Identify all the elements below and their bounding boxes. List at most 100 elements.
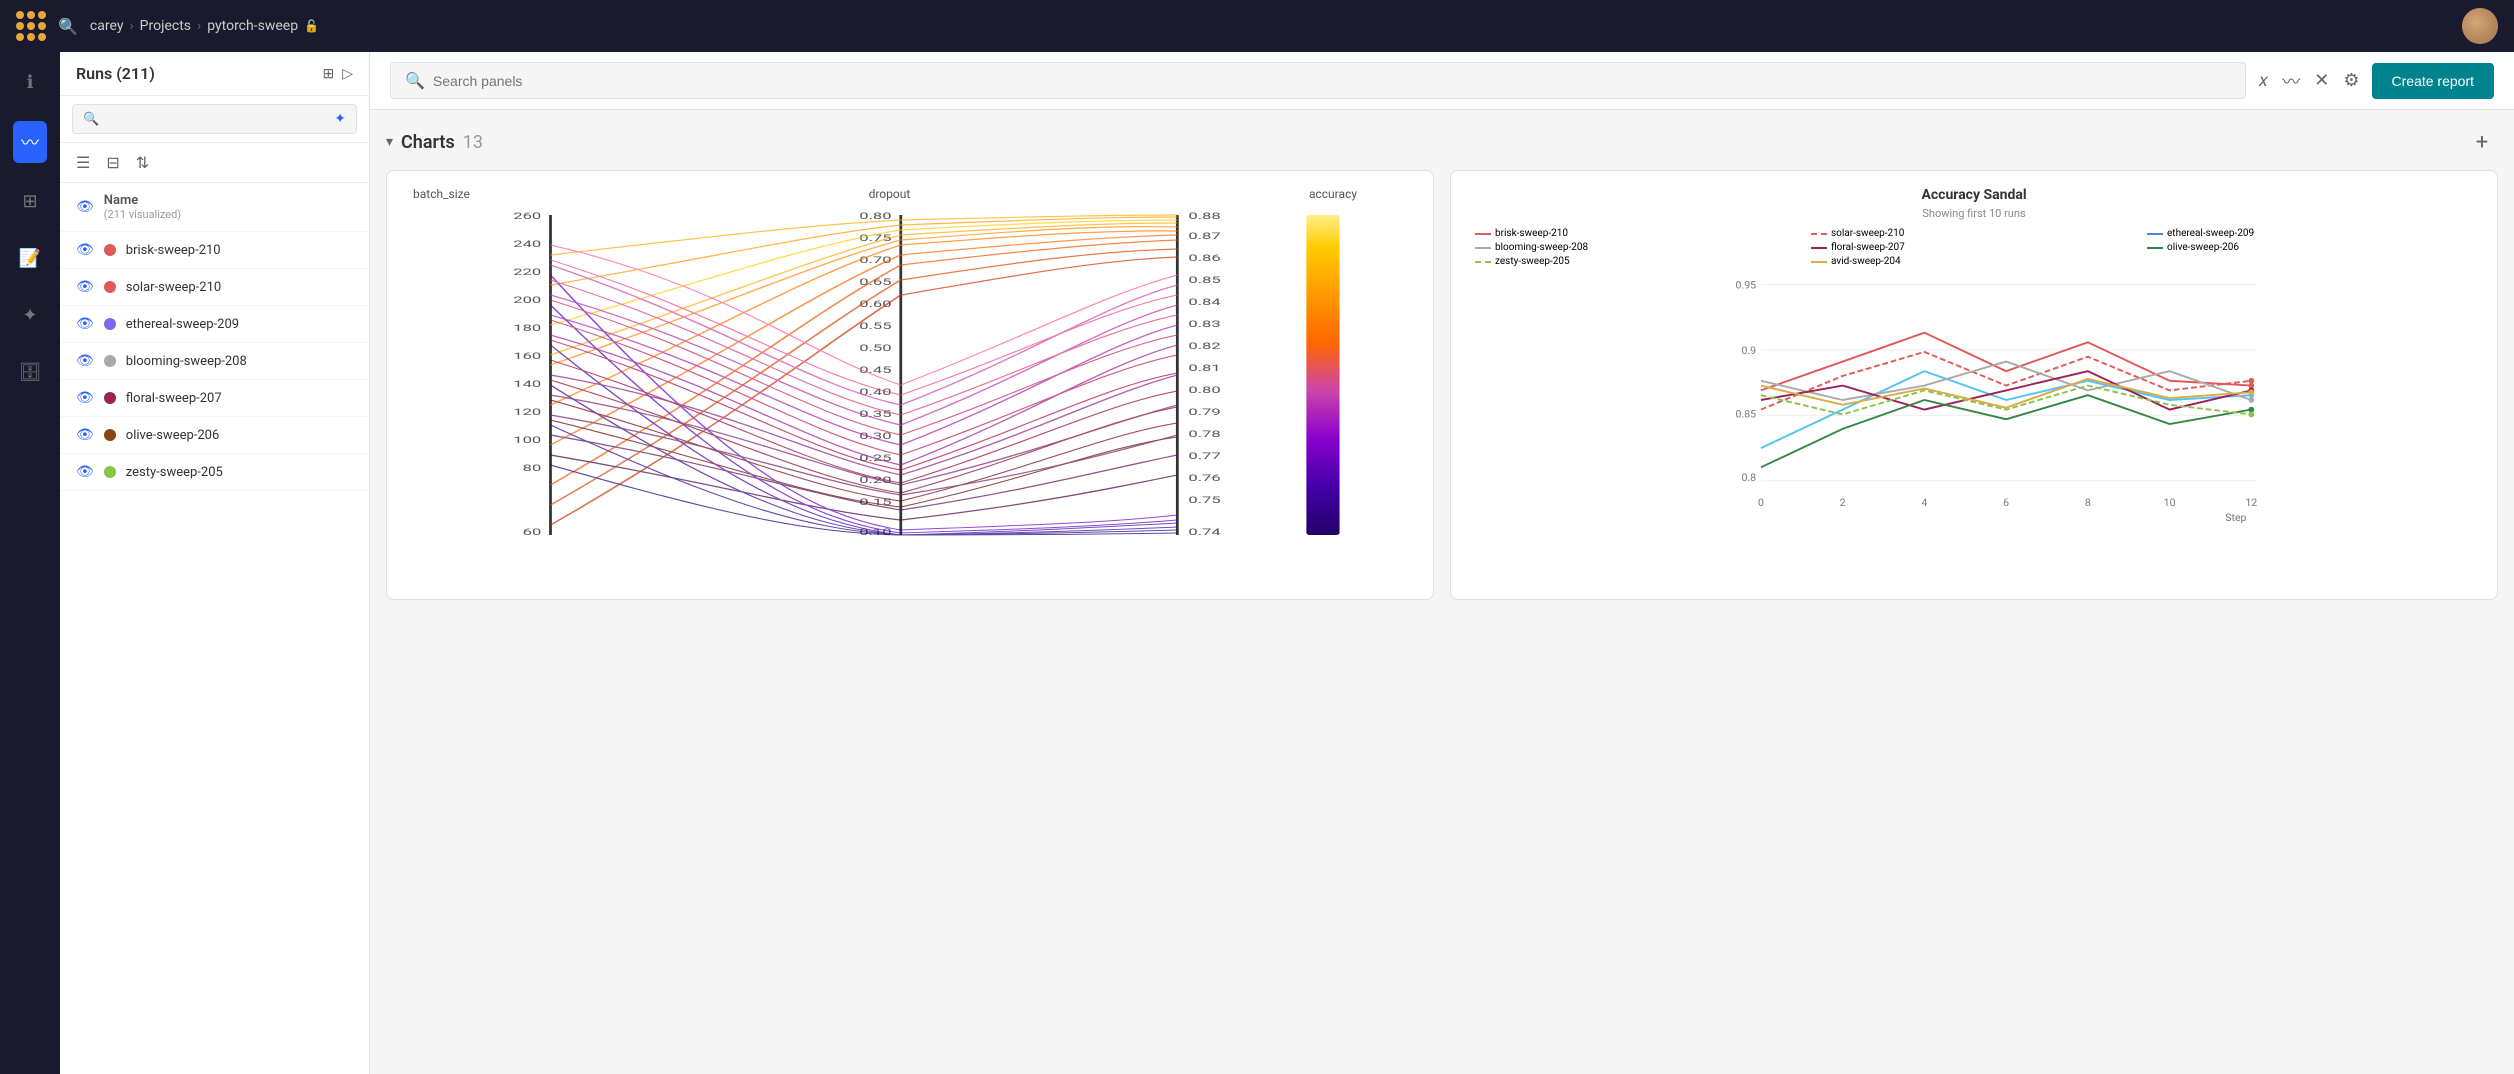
run-color-dot — [104, 281, 116, 293]
charts-area: ▾ Charts 13 + batch_size dropout accurac… — [370, 110, 2514, 1074]
legend-line-avid — [1811, 261, 1827, 263]
settings-icon[interactable]: ⚙ — [2343, 70, 2359, 91]
svg-text:0.86: 0.86 — [1188, 254, 1220, 264]
runs-search-area: 🔍 ✦ — [60, 96, 369, 143]
breadcrumb-carey[interactable]: carey — [90, 18, 124, 34]
charts-grid: batch_size dropout accuracy — [386, 170, 2498, 600]
breadcrumb: carey › Projects › pytorch-sweep 🔓 — [90, 18, 319, 34]
run-name: zesty-sweep-205 — [126, 465, 223, 480]
svg-text:12: 12 — [2245, 496, 2257, 509]
legend-item: ethereal-sweep-209 — [2147, 228, 2473, 239]
charts-label: Charts — [401, 132, 455, 153]
svg-text:0.77: 0.77 — [1188, 452, 1220, 462]
legend-item: floral-sweep-207 — [1811, 242, 2137, 253]
legend-line-blooming — [1475, 247, 1491, 249]
line-chart-subtitle: Showing first 10 runs — [1467, 207, 2481, 220]
svg-text:0.82: 0.82 — [1188, 342, 1220, 352]
svg-text:4: 4 — [1921, 496, 1927, 509]
list-item[interactable]: 👁 blooming-sweep-208 — [60, 343, 369, 380]
search-icon: 🔍 — [405, 71, 425, 90]
runs-expand-icon[interactable]: ▷ — [342, 66, 353, 82]
parallel-coordinates-card: batch_size dropout accuracy — [386, 170, 1434, 600]
list-item[interactable]: 👁 olive-sweep-206 — [60, 417, 369, 454]
breadcrumb-projects[interactable]: Projects — [140, 18, 191, 34]
list-item[interactable]: 👁 floral-sweep-207 — [60, 380, 369, 417]
run-name-header: 👁 Name (211 visualized) — [60, 183, 369, 232]
smooth-icon[interactable]: 〰 — [2282, 68, 2300, 94]
runs-search-icon: 🔍 — [83, 112, 99, 127]
runs-search-box: 🔍 ✦ — [72, 104, 357, 134]
run-name: blooming-sweep-208 — [126, 354, 247, 369]
filter-blue-icon[interactable]: ✦ — [334, 111, 346, 127]
run-color-dot — [104, 466, 116, 478]
accuracy-chart-card: Accuracy Sandal Showing first 10 runs br… — [1450, 170, 2498, 600]
axis-label-accuracy: accuracy — [1309, 187, 1357, 201]
svg-text:0.87: 0.87 — [1188, 232, 1220, 242]
close-panels-icon[interactable]: ✕ — [2314, 70, 2329, 91]
eye-icon[interactable]: 👁 — [76, 464, 94, 480]
filter-table-icon[interactable]: ⊟ — [102, 149, 123, 176]
content-toolbar: 🔍 𝑥 〰 ✕ ⚙ Create report — [370, 52, 2514, 110]
svg-text:0.79: 0.79 — [1188, 408, 1220, 418]
list-item[interactable]: 👁 ethereal-sweep-209 — [60, 306, 369, 343]
filter-lines-icon[interactable]: ☰ — [72, 149, 94, 176]
legend-item: solar-sweep-210 — [1811, 228, 2137, 239]
svg-text:0.30: 0.30 — [859, 432, 891, 442]
charts-section-header: ▾ Charts 13 + — [386, 126, 2498, 158]
legend-line-brisk — [1475, 233, 1491, 235]
list-item[interactable]: 👁 zesty-sweep-205 — [60, 454, 369, 491]
run-color-dot — [104, 244, 116, 256]
eye-icon[interactable]: 👁 — [76, 316, 94, 332]
legend-line-olive — [2147, 247, 2163, 249]
legend-item: blooming-sweep-208 — [1475, 242, 1801, 253]
svg-text:140: 140 — [513, 380, 541, 390]
svg-text:Step: Step — [2225, 511, 2246, 524]
runs-table-icon[interactable]: ⊞ — [322, 66, 334, 82]
sidebar-icon-sweep[interactable]: ✦ — [14, 297, 45, 334]
eye-icon[interactable]: 👁 — [76, 353, 94, 369]
lock-icon: 🔓 — [304, 19, 319, 33]
svg-text:0.50: 0.50 — [859, 344, 891, 354]
runs-sidebar: Runs (211) ⊞ ▷ 🔍 ✦ ☰ ⊟ ⇅ 👁 Name — [60, 52, 370, 1074]
eye-icon[interactable]: 👁 — [76, 279, 94, 295]
runs-list: 👁 Name (211 visualized) 👁 brisk-sweep-21… — [60, 183, 369, 1074]
sidebar-icon-table[interactable]: ⊞ — [14, 183, 45, 220]
list-item[interactable]: 👁 solar-sweep-210 — [60, 269, 369, 306]
svg-text:220: 220 — [513, 268, 541, 278]
svg-text:0.84: 0.84 — [1188, 298, 1221, 308]
run-name: ethereal-sweep-209 — [126, 317, 239, 332]
svg-text:200: 200 — [513, 296, 541, 306]
eye-icon[interactable]: 👁 — [76, 390, 94, 406]
add-panel-button[interactable]: + — [2466, 126, 2498, 158]
search-panels-input[interactable] — [433, 73, 2231, 89]
sidebar-icon-db[interactable]: 🗄 — [11, 354, 50, 391]
line-chart-svg: 0.95 0.9 0.85 0.8 0 2 4 — [1512, 275, 2481, 525]
filter-sort-icon[interactable]: ⇅ — [132, 149, 153, 176]
sidebar-icon-runs[interactable]: 〰 — [13, 121, 47, 163]
nav-logo — [16, 11, 46, 41]
svg-text:0.80: 0.80 — [859, 212, 891, 222]
legend-line-floral — [1811, 247, 1827, 249]
chart-area: 0.95 0.9 0.85 0.8 0 2 4 — [1467, 275, 2481, 555]
runs-name-label: Name — [104, 193, 181, 208]
svg-text:180: 180 — [513, 324, 541, 334]
sidebar-icon-notes[interactable]: 📝 — [11, 240, 49, 277]
run-color-dot — [104, 355, 116, 367]
user-avatar[interactable] — [2462, 8, 2498, 44]
runs-search-input[interactable] — [105, 112, 328, 127]
svg-text:0.40: 0.40 — [859, 388, 891, 398]
legend-line-zesty — [1475, 261, 1491, 263]
runs-header: Runs (211) ⊞ ▷ — [60, 52, 369, 96]
list-item[interactable]: 👁 brisk-sweep-210 — [60, 232, 369, 269]
eye-icon[interactable]: 👁 — [76, 242, 94, 258]
breadcrumb-sweep[interactable]: pytorch-sweep — [207, 18, 298, 34]
x-axis-icon[interactable]: 𝑥 — [2258, 70, 2268, 91]
eye-icon[interactable]: 👁 — [76, 427, 94, 443]
top-nav: 🔍 carey › Projects › pytorch-sweep 🔓 — [0, 0, 2514, 52]
nav-search-icon[interactable]: 🔍 — [58, 17, 78, 36]
run-color-dot — [104, 318, 116, 330]
chevron-down-icon[interactable]: ▾ — [386, 134, 393, 150]
sidebar-icon-info[interactable]: ℹ — [19, 64, 42, 101]
run-color-dot — [104, 429, 116, 441]
create-report-button[interactable]: Create report — [2372, 63, 2494, 99]
